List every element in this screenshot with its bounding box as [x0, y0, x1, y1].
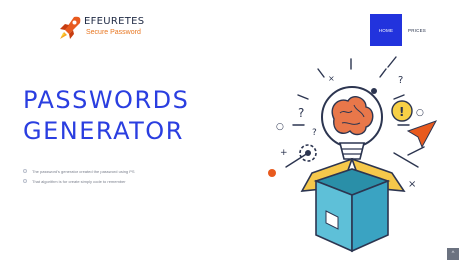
nav-prices[interactable]: PRICES	[404, 14, 430, 46]
header: EFEURETES Secure Password HOME PRICES	[0, 0, 467, 46]
hero-title-line1: PASSWORDS	[23, 86, 190, 114]
brand-name: EFEURETES	[84, 16, 145, 27]
brand-tagline: Secure Password	[86, 29, 141, 36]
circle-check-icon	[23, 169, 27, 173]
svg-text:○: ○	[276, 122, 284, 132]
circle-check-icon	[23, 179, 27, 183]
svg-text:!: !	[399, 105, 404, 119]
feature-item: That algorithm is for create simply code…	[23, 176, 135, 186]
feature-text: That algorithm is for create simply code…	[32, 178, 126, 184]
svg-text:×: ×	[408, 179, 416, 190]
brand-text: EFEURETES Secure Password	[84, 16, 145, 37]
feature-item: The password's generator created the pas…	[23, 166, 135, 176]
feature-list: The password's generator created the pas…	[23, 166, 135, 186]
svg-text:?: ?	[298, 106, 304, 120]
svg-text:○: ○	[416, 108, 424, 118]
nav-home[interactable]: HOME	[370, 14, 402, 46]
rocket-icon	[60, 16, 81, 39]
svg-text:×: ×	[328, 74, 335, 83]
hero-title: PASSWORDS GENERATOR	[23, 85, 189, 147]
hero-title-line2: GENERATOR	[23, 117, 184, 145]
chevron-up-icon: ^	[451, 251, 455, 257]
svg-text:?: ?	[398, 75, 403, 86]
feature-text: The password's generator created the pas…	[32, 168, 135, 174]
scroll-top-button[interactable]: ^	[447, 248, 459, 260]
idea-box-brain-icon: ? ? ? ○ + ○ × × !	[268, 56, 438, 253]
svg-text:?: ?	[312, 128, 317, 138]
svg-text:+: +	[280, 148, 288, 158]
